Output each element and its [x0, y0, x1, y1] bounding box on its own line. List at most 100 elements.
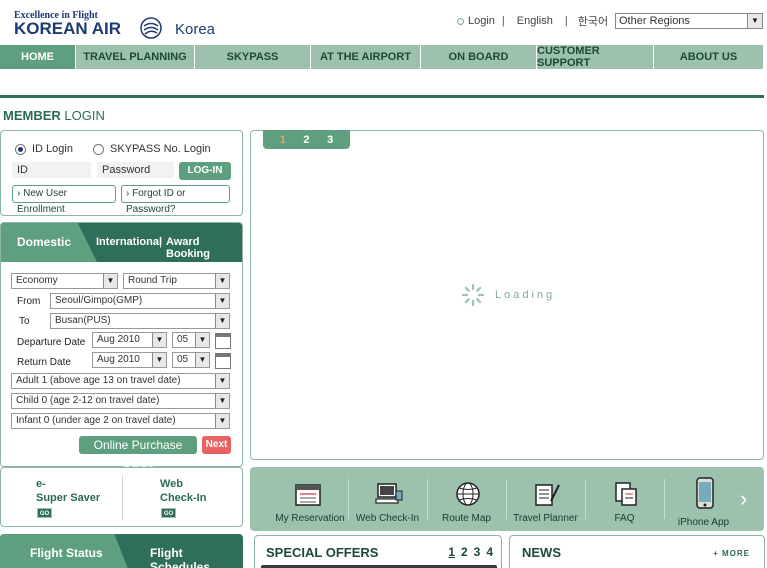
- online-purchase-guide-button[interactable]: Online Purchase Guide: [79, 436, 197, 470]
- booking-tabs: Domestic International | Award Booking: [1, 223, 242, 262]
- document-icon: [615, 482, 637, 506]
- taeguk-emblem-icon: [140, 17, 162, 39]
- nav-divider: [0, 95, 764, 98]
- member-login-title: MEMBER LOGIN: [3, 108, 105, 123]
- news-title: NEWS: [522, 545, 561, 560]
- nav-skypass[interactable]: SKYPASS: [195, 45, 311, 69]
- login-type-radios: ID Login SKYPASS No. Login: [15, 143, 211, 155]
- password-input[interactable]: Password: [97, 162, 174, 178]
- country-label: Korea: [175, 21, 216, 38]
- id-input[interactable]: ID: [12, 162, 91, 178]
- offers-page-4[interactable]: 4: [486, 545, 493, 559]
- loading-text: Loading: [495, 289, 556, 301]
- chevron-down-icon: ▼: [152, 333, 166, 347]
- infant-select[interactable]: Infant 0 (under age 2 on travel date) ▼: [11, 413, 230, 429]
- phone-icon: [696, 477, 714, 509]
- go-button[interactable]: GO: [161, 508, 176, 518]
- nav-travel-planning[interactable]: TRAVEL PLANNING: [76, 45, 195, 69]
- banner-page-1[interactable]: 1: [280, 134, 286, 146]
- tab-flight-schedules[interactable]: Flight Schedules: [150, 546, 243, 568]
- chevron-down-icon: ▼: [747, 14, 762, 28]
- quick-iphone-app[interactable]: iPhone App: [664, 467, 743, 531]
- korean-link[interactable]: 한국어: [568, 13, 618, 29]
- child-select[interactable]: Child 0 (age 2-12 on travel date) ▼: [11, 393, 230, 409]
- login-link[interactable]: Login: [450, 15, 502, 27]
- chevron-down-icon: ▼: [152, 353, 166, 367]
- korean-air-logo[interactable]: KOREAN AIR: [14, 19, 121, 39]
- radio-skypass-login[interactable]: [92, 143, 104, 155]
- quick-service-box: e- Super Saver GO Web Check-In GO: [0, 467, 243, 527]
- offers-pager: 1 2 3 4: [448, 545, 493, 559]
- e-super-saver-link[interactable]: e- Super Saver: [36, 477, 100, 505]
- header: Excellence in Flight KOREAN AIR Korea Lo…: [0, 0, 767, 44]
- trip-type-select[interactable]: Round Trip ▼: [123, 273, 230, 289]
- to-select[interactable]: Busan(PUS) ▼: [50, 313, 230, 329]
- web-check-in-link[interactable]: Web Check-In: [160, 477, 206, 505]
- promo-banner: 1 2 3 Loading: [250, 130, 764, 460]
- chevron-down-icon: ▼: [103, 274, 117, 288]
- offers-page-3[interactable]: 3: [474, 545, 481, 559]
- chevron-down-icon: ▼: [215, 374, 229, 388]
- login-box: ID Login SKYPASS No. Login ID Password L…: [0, 130, 243, 216]
- nav-home[interactable]: HOME: [0, 45, 76, 69]
- banner-page-2[interactable]: 2: [303, 134, 309, 146]
- quick-faq[interactable]: FAQ: [585, 467, 664, 531]
- quick-my-reservation[interactable]: My Reservation: [250, 467, 348, 531]
- departure-date-label: Departure Date: [17, 337, 86, 348]
- login-button[interactable]: LOG-IN: [179, 162, 231, 180]
- to-label: To: [19, 316, 30, 327]
- tab-award-booking[interactable]: Award Booking: [166, 236, 242, 260]
- radio-id-login[interactable]: [15, 143, 26, 155]
- next-button[interactable]: Next: [202, 436, 231, 454]
- chevron-down-icon: ▼: [215, 294, 229, 308]
- calendar-icon[interactable]: [215, 353, 231, 369]
- nav-on-board[interactable]: ON BOARD: [421, 45, 537, 69]
- flight-tabs: Flight Status Flight Schedules: [0, 534, 243, 568]
- nav-about-us[interactable]: ABOUT US: [654, 45, 764, 69]
- planner-icon: [535, 484, 560, 506]
- departure-day-select[interactable]: 05 ▼: [172, 332, 210, 348]
- news-panel: NEWS + MORE: [509, 535, 765, 568]
- tab-flight-status[interactable]: Flight Status: [0, 534, 130, 568]
- quick-route-map[interactable]: Route Map: [427, 467, 506, 531]
- banner-page-3[interactable]: 3: [327, 134, 333, 146]
- globe-icon: [456, 482, 480, 506]
- nav-customer-support[interactable]: CUSTOMER SUPPORT: [537, 45, 654, 69]
- tab-international[interactable]: International: [96, 236, 162, 248]
- chevron-down-icon: ▼: [215, 414, 229, 428]
- return-date-label: Return Date: [17, 357, 71, 368]
- from-select[interactable]: Seoul/Gimpo(GMP) ▼: [50, 293, 230, 309]
- departure-month-select[interactable]: Aug 2010 ▼: [92, 332, 167, 348]
- return-day-select[interactable]: 05 ▼: [172, 352, 210, 368]
- offers-page-1[interactable]: 1: [448, 545, 455, 559]
- chevron-down-icon: ▼: [215, 314, 229, 328]
- quick-web-check-in[interactable]: Web Check-In: [348, 467, 427, 531]
- new-user-enrollment-button[interactable]: › New User Enrollment: [12, 185, 116, 215]
- adult-select[interactable]: Adult 1 (above age 13 on travel date) ▼: [11, 373, 230, 389]
- spinner-icon: [461, 283, 485, 307]
- quick-travel-planner[interactable]: Travel Planner: [506, 467, 585, 531]
- from-label: From: [17, 296, 41, 307]
- news-more-link[interactable]: + MORE: [713, 549, 750, 558]
- cabin-select[interactable]: Economy ▼: [11, 273, 118, 289]
- offers-page-2[interactable]: 2: [461, 545, 468, 559]
- chevron-down-icon: ▼: [215, 274, 229, 288]
- region-select[interactable]: Other Regions ▼: [615, 13, 763, 29]
- chevron-right-icon[interactable]: ›: [740, 488, 752, 510]
- english-link[interactable]: English: [505, 15, 565, 27]
- return-month-select[interactable]: Aug 2010 ▼: [92, 352, 167, 368]
- calendar-icon: [295, 484, 321, 506]
- special-offers-panel: SPECIAL OFFERS 1 2 3 4: [254, 535, 502, 568]
- utility-links: Login | English | 한국어 |: [450, 13, 621, 29]
- computer-icon: [375, 483, 403, 504]
- loading-indicator: Loading: [461, 283, 555, 307]
- forgot-password-button[interactable]: › Forgot ID or Password?: [121, 185, 230, 215]
- go-button[interactable]: GO: [37, 508, 52, 518]
- tab-domestic[interactable]: Domestic: [1, 223, 97, 262]
- quick-links-bar: My Reservation Web Check-In Route Map Tr…: [250, 467, 764, 531]
- chevron-down-icon: ▼: [215, 394, 229, 408]
- banner-pager: 1 2 3: [263, 130, 350, 149]
- nav-at-the-airport[interactable]: AT THE AIRPORT: [311, 45, 421, 69]
- calendar-icon[interactable]: [215, 333, 231, 349]
- special-offers-title: SPECIAL OFFERS: [266, 545, 379, 560]
